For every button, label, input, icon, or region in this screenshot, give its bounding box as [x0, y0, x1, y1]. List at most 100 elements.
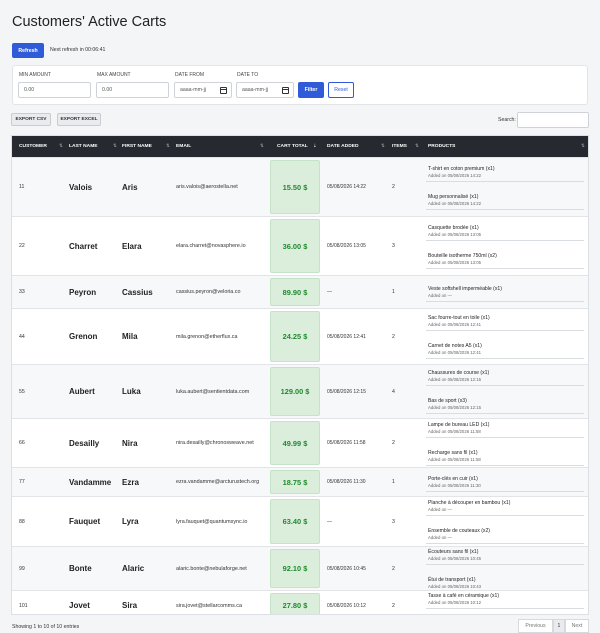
- last-name: Aubert: [69, 387, 95, 396]
- table-info: Showing 1 to 10 of 10 entries: [12, 624, 80, 630]
- column-header-items[interactable]: ITEMS: [392, 136, 407, 157]
- customer-id: 101: [19, 602, 28, 609]
- items-count: 1: [392, 289, 395, 295]
- reset-button[interactable]: Reset: [328, 82, 354, 98]
- next-refresh-countdown: Next refresh in 00:06:41: [50, 47, 106, 53]
- products-cell: Chaussures de course (x1) Added on 05/08/…: [426, 365, 586, 418]
- sort-icon[interactable]: ⇅: [260, 143, 264, 149]
- product-divider: [426, 515, 584, 516]
- cart-total-badge: 92.10 $: [270, 549, 320, 588]
- table-row[interactable]: 11 Valois Aris aris.valois@aerostella.net 15…: [12, 157, 588, 216]
- product-divider: [426, 491, 584, 492]
- column-header-customer[interactable]: CUSTOMER: [19, 136, 47, 157]
- pagination-page[interactable]: 1: [553, 619, 565, 633]
- table-row[interactable]: 55 Aubert Luka luka.aubert@sentientdata.com…: [12, 364, 588, 418]
- sort-icon[interactable]: ⇅: [166, 143, 170, 149]
- column-header-last-name[interactable]: LAST NAME: [69, 136, 98, 157]
- date-added: 05/08/2026 10:12: [327, 602, 366, 609]
- items-count: 4: [392, 388, 395, 395]
- table-row[interactable]: 101 Jovet Sira sira.jovet@stellarcomms.ca 27…: [12, 590, 588, 614]
- email: nira.desailly@chronosweave.net: [176, 440, 254, 446]
- calendar-icon[interactable]: [220, 87, 227, 94]
- date-to-label: DATE TO: [237, 72, 259, 78]
- product-added-date: Added on 05/08/2026 11:58: [428, 428, 481, 434]
- first-name: Alaric: [122, 564, 145, 573]
- column-header-products[interactable]: PRODUCTS: [428, 136, 455, 157]
- max-amount-input[interactable]: 0.00: [96, 82, 169, 98]
- products-cell: Planche à découper en bambou (x1) Added o…: [426, 497, 586, 546]
- sort-icon[interactable]: ⇅: [113, 143, 117, 149]
- sort-icon[interactable]: ⇅: [59, 143, 63, 149]
- customer-id: 88: [19, 518, 25, 525]
- items-count: 1: [392, 479, 395, 485]
- export-excel-button[interactable]: EXPORT EXCEL: [57, 113, 101, 126]
- product-added-date: Added on 05/08/2026 11:30: [428, 482, 481, 488]
- products-cell: Écouteurs sans fil (x1) Added on 05/08/20…: [426, 547, 586, 593]
- page-title: Customers' Active Carts: [12, 14, 167, 30]
- date-added: 05/08/2026 13:05: [327, 243, 366, 249]
- date-from-input[interactable]: aaaa-mm-jj: [174, 82, 232, 98]
- sort-icon[interactable]: ⇅: [581, 143, 585, 149]
- cart-total-badge: 129.00 $: [270, 367, 320, 416]
- column-header-cart-total[interactable]: CART TOTAL: [277, 136, 308, 157]
- column-header-date-added[interactable]: DATE ADDED: [327, 136, 359, 157]
- items-count: 2: [392, 602, 395, 609]
- column-header-first-name[interactable]: FIRST NAME: [122, 136, 152, 157]
- products-cell: Veste softshell imperméable (x1) Added on…: [426, 276, 586, 308]
- customer-id: 22: [19, 243, 25, 249]
- table-row[interactable]: 44 Grenon Mila mila.grenon@etherflux.ca 24.2…: [12, 308, 588, 364]
- first-name: Luka: [122, 387, 141, 396]
- sort-icon[interactable]: ⇅: [415, 143, 419, 149]
- first-name: Aris: [122, 182, 138, 192]
- product-added-date: Added on 05/08/2026 12:41: [428, 321, 482, 327]
- first-name: Cassius: [122, 287, 153, 297]
- pagination-next[interactable]: Next: [565, 619, 589, 633]
- email: ezra.vandamme@arcturustech.org: [176, 479, 260, 485]
- table-row[interactable]: 22 Charret Elara elara.charret@novasphere.i…: [12, 216, 588, 275]
- export-csv-button[interactable]: EXPORT CSV: [11, 113, 51, 126]
- product-item: Lampe de bureau LED (x1) Added on 05/08/2…: [428, 422, 586, 434]
- product-item: T-shirt en coton premium (x1) Added on 05…: [428, 166, 586, 178]
- first-name: Sira: [122, 601, 138, 610]
- sort-desc-icon[interactable]: ⇣: [313, 143, 317, 149]
- table-row[interactable]: 33 Peyron Cassius cassius.peyron@veloria.co…: [12, 275, 588, 308]
- products-cell: Lampe de bureau LED (x1) Added on 05/08/2…: [426, 419, 586, 467]
- refresh-button[interactable]: Refresh: [12, 43, 44, 58]
- date-from-placeholder: aaaa-mm-jj: [180, 87, 206, 93]
- products-cell: Sac fourre-tout en toile (x1) Added on 05…: [426, 309, 586, 364]
- calendar-icon[interactable]: [282, 87, 289, 94]
- search-input[interactable]: [517, 112, 589, 128]
- cart-total-badge: 63.40 $: [270, 499, 320, 544]
- table-row[interactable]: 88 Fauquet Lyra lyra.fauquet@quantumsync.io…: [12, 496, 588, 546]
- table-row[interactable]: 66 Desailly Nira nira.desailly@chronosweave…: [12, 418, 588, 467]
- sort-icon[interactable]: ⇅: [381, 143, 385, 149]
- date-added: —: [327, 289, 332, 295]
- product-added-date: Added on 05/08/2026 14:22: [428, 172, 482, 178]
- last-name: Charret: [69, 241, 98, 251]
- product-divider: [426, 181, 584, 182]
- last-name: Fauquet: [69, 517, 101, 526]
- customer-id: 99: [19, 565, 25, 572]
- column-header-email[interactable]: EMAIL: [176, 136, 191, 157]
- last-name: Grenon: [69, 332, 98, 341]
- last-name: Vandamme: [69, 477, 112, 487]
- email: sira.jovet@stellarcomms.ca: [176, 602, 242, 609]
- table-row[interactable]: 99 Bonte Alaric alaric.bonte@nebulaforge.ne…: [12, 546, 588, 593]
- product-added-date: Added on 05/08/2026 12:41: [428, 349, 482, 355]
- pagination-previous[interactable]: Previous: [518, 619, 553, 633]
- min-amount-label: MIN AMOUNT: [19, 72, 51, 78]
- product-item: Recharge sans fil (x1) Added on 05/08/202…: [428, 450, 586, 462]
- product-item: Veste softshell imperméable (x1) Added on…: [428, 286, 586, 298]
- items-count: 3: [392, 243, 395, 249]
- product-divider: [426, 240, 584, 241]
- max-amount-value: 0.00: [102, 87, 113, 93]
- table-row[interactable]: 77 Vandamme Ezra ezra.vandamme@arcturustech…: [12, 467, 588, 496]
- min-amount-input[interactable]: 0.00: [18, 82, 91, 98]
- products-cell: T-shirt en coton premium (x1) Added on 05…: [426, 158, 586, 216]
- items-count: 2: [392, 565, 395, 572]
- cart-total-badge: 49.99 $: [270, 421, 320, 465]
- carts-table: CUSTOMER LAST NAME FIRST NAME EMAIL CART…: [11, 135, 589, 615]
- date-to-input[interactable]: aaaa-mm-jj: [236, 82, 294, 98]
- filter-button[interactable]: Filter: [298, 82, 324, 98]
- product-added-date: Added on 05/08/2026 12:15: [428, 376, 482, 382]
